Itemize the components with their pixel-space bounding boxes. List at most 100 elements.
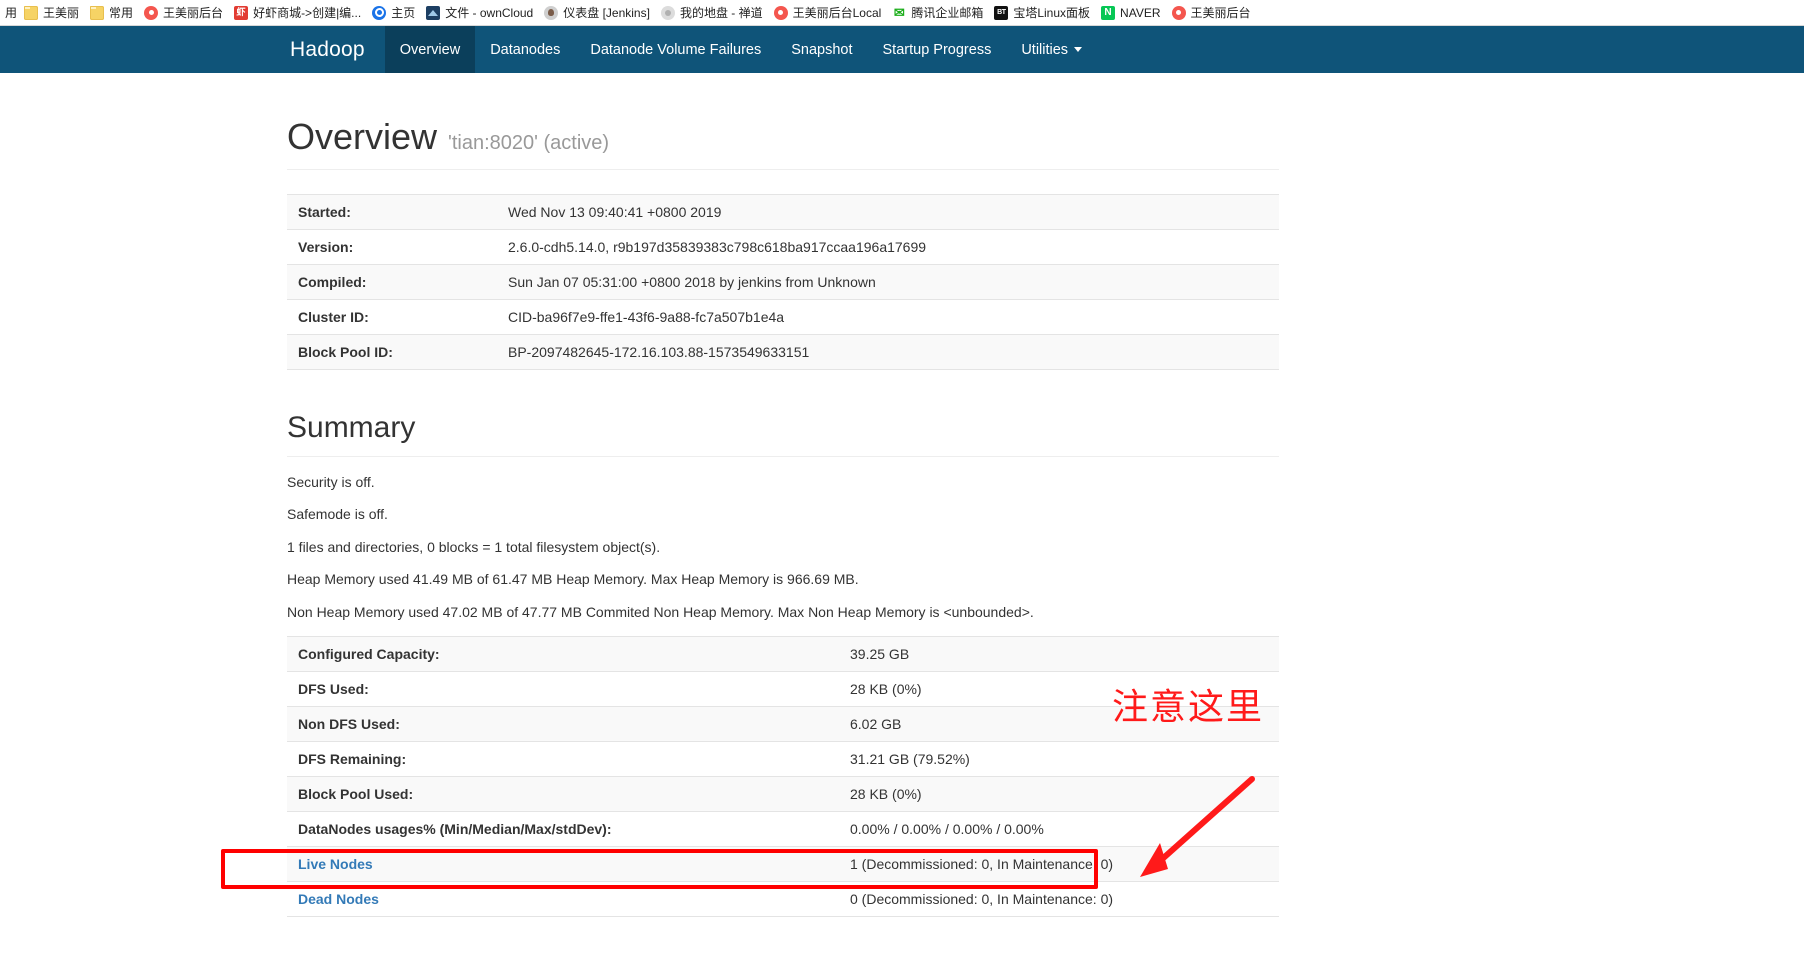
summary-line: Non Heap Memory used 47.02 MB of 47.77 M… xyxy=(287,603,1034,620)
red-square-favicon: 虾 xyxy=(234,5,249,20)
info-row-value: 2.6.0-cdh5.14.0, r9b197d35839383c798c618… xyxy=(508,238,927,255)
capacity-row-link[interactable]: Dead Nodes xyxy=(298,891,379,907)
capacity-row-value: 39.25 GB xyxy=(850,646,910,663)
bookmark-item[interactable]: BT 宝塔Linux面板 xyxy=(990,2,1096,24)
nav-item-label: Datanodes xyxy=(490,41,561,58)
capacity-row-link[interactable]: Live Nodes xyxy=(298,856,373,872)
capacity-row-value: 1 (Decommissioned: 0, In Maintenance: 0) xyxy=(850,856,1114,873)
hadoop-brand[interactable]: Hadoop xyxy=(270,26,385,73)
nav-item-label: Datanode Volume Failures xyxy=(590,41,762,58)
annotation-text: 注意这里 xyxy=(1112,687,1265,728)
bookmark-label: 王美丽后台 xyxy=(1190,5,1251,20)
capacity-row-value: 0.00% / 0.00% / 0.00% / 0.00% xyxy=(850,821,1044,838)
capacity-row-key: DFS Used: xyxy=(298,681,369,698)
table-row: DataNodes usages% (Min/Median/Max/stdDev… xyxy=(287,812,1279,847)
bookmark-item[interactable]: 文件 - ownCloud xyxy=(422,2,539,24)
info-row-key: Compiled: xyxy=(298,273,367,290)
info-row-key: Cluster ID: xyxy=(298,308,369,325)
naver-icon: N xyxy=(1101,5,1116,20)
info-row-value: Wed Nov 13 09:40:41 +0800 2019 xyxy=(508,203,722,220)
bookmark-item[interactable]: N NAVER xyxy=(1097,2,1166,24)
capacity-row-key: Non DFS Used: xyxy=(298,716,400,733)
bt-panel-icon: BT xyxy=(994,5,1009,20)
owncloud-icon xyxy=(426,5,441,20)
bookmark-item[interactable]: 仪表盘 [Jenkins] xyxy=(540,2,656,24)
bookmark-label: 宝塔Linux面板 xyxy=(1013,5,1091,20)
nav-item-datanodes[interactable]: Datanodes xyxy=(475,26,575,73)
bookmark-item[interactable]: 王美丽 xyxy=(20,2,85,24)
tencent-mail-icon: ✉ xyxy=(892,5,907,20)
zentao-icon xyxy=(660,5,675,20)
bookmark-item[interactable]: 常用 xyxy=(86,2,139,24)
info-row-value: Sun Jan 07 05:31:00 +0800 2018 by jenkin… xyxy=(508,273,876,290)
summary-heading: Summary xyxy=(287,410,1279,457)
nav-item-snapshot[interactable]: Snapshot xyxy=(776,26,867,73)
bookmark-label: NAVER xyxy=(1120,5,1161,20)
bookmark-item[interactable]: 我的地盘 - 禅道 xyxy=(657,2,769,24)
nav-item-overview[interactable]: Overview xyxy=(384,26,476,73)
table-row: Configured Capacity: 39.25 GB xyxy=(287,636,1279,672)
capacity-row-value: 28 KB (0%) xyxy=(850,786,922,803)
info-row-key: Version: xyxy=(298,238,354,255)
table-row: Block Pool ID: BP-2097482645-172.16.103.8… xyxy=(287,334,1279,370)
capacity-row-key: DataNodes usages% (Min/Median/Max/stdDev… xyxy=(298,821,612,838)
bookmark-item[interactable]: ✉ 腾讯企业邮箱 xyxy=(888,2,989,24)
bookmark-label: 主页 xyxy=(391,5,416,20)
info-row-value: BP-2097482645-172.16.103.88-157354963315… xyxy=(508,343,810,360)
bookmark-label: 王美丽后台Local xyxy=(792,5,882,20)
page-subtitle: 'tian:8020' (active) xyxy=(448,132,610,154)
red-circle-favicon xyxy=(1171,5,1186,20)
nav-item-label: Startup Progress xyxy=(882,41,992,58)
page-content: Overview 'tian:8020' (active) Started: We… xyxy=(0,73,1804,917)
bookmark-item[interactable]: 王美丽后台 xyxy=(140,2,229,24)
bookmark-label: 文件 - ownCloud xyxy=(445,5,534,20)
capacity-row-key: DFS Remaining: xyxy=(298,751,407,768)
table-row: Started: Wed Nov 13 09:40:41 +0800 2019 xyxy=(287,194,1279,230)
bookmark-label: 王美丽后台 xyxy=(163,5,224,20)
summary-line: Safemode is off. xyxy=(287,506,388,523)
nav-item-utilities[interactable]: Utilities xyxy=(1006,26,1097,73)
browser-bookmark-bar: 用 王美丽 常用 王美丽后台虾好虾商城->创建|编... 主页 文件 - ownClou… xyxy=(0,0,1804,26)
table-row: Compiled: Sun Jan 07 05:31:00 +0800 2018 … xyxy=(287,264,1279,300)
gear-icon xyxy=(372,5,387,20)
capacity-row-key: Dead Nodes xyxy=(287,882,839,917)
nav-item-label: Utilities xyxy=(1021,41,1069,58)
chevron-down-icon xyxy=(1074,47,1083,52)
cluster-info-table: Started: Wed Nov 13 09:40:41 +0800 2019 Ve… xyxy=(287,194,1279,370)
nav-item-datanode-volume-failures[interactable]: Datanode Volume Failures xyxy=(575,26,776,73)
nav-item-label: Overview xyxy=(399,41,461,58)
red-circle-favicon xyxy=(773,5,788,20)
table-row: Version: 2.6.0-cdh5.14.0, r9b197d35839383… xyxy=(287,229,1279,265)
bookmark-item[interactable]: 王美丽后台Local xyxy=(770,2,888,24)
summary-line: Heap Memory used 41.49 MB of 61.47 MB He… xyxy=(287,571,859,588)
page-title: Overview xyxy=(287,116,438,157)
nav-item-startup-progress[interactable]: Startup Progress xyxy=(868,26,1007,73)
summary-text-block: Security is off. Safemode is off. 1 files … xyxy=(287,474,1279,622)
table-row: DFS Remaining: 31.21 GB (79.52%) xyxy=(287,742,1279,777)
bookmark-label: 王美丽 xyxy=(43,5,80,20)
info-row-key: Block Pool ID: xyxy=(298,343,393,360)
capacity-row-value: 31.21 GB (79.52%) xyxy=(850,751,970,768)
folder-icon xyxy=(90,5,105,20)
capacity-row-key: Configured Capacity: xyxy=(298,646,440,663)
summary-line: 1 files and directories, 0 blocks = 1 to… xyxy=(287,538,661,555)
info-row-key: Started: xyxy=(298,203,351,220)
bookmark-label: 好虾商城->创建|编... xyxy=(253,5,362,20)
bookmark-item[interactable]: 虾好虾商城->创建|编... xyxy=(230,2,367,24)
bookmark-overflow-label[interactable]: 用 xyxy=(2,2,19,24)
bookmark-item[interactable]: 王美丽后台 xyxy=(1168,2,1257,24)
table-row: Live Nodes 1 (Decommissioned: 0, In Maint… xyxy=(287,846,1279,882)
folder-icon xyxy=(24,5,39,20)
info-row-value: CID-ba96f7e9-ffe1-43f6-9a88-fc7a507b1e4a xyxy=(508,308,785,325)
nav-item-label: Snapshot xyxy=(791,41,853,58)
table-row: Cluster ID: CID-ba96f7e9-ffe1-43f6-9a88-f… xyxy=(287,299,1279,335)
table-row: Block Pool Used: 28 KB (0%) xyxy=(287,776,1279,812)
capacity-row-key: Block Pool Used: xyxy=(298,786,414,803)
page-title-row: Overview 'tian:8020' (active) xyxy=(287,73,1279,170)
capacity-row-value: 0 (Decommissioned: 0, In Maintenance: 0) xyxy=(850,891,1114,908)
capacity-row-key: Live Nodes xyxy=(287,847,839,882)
jenkins-icon xyxy=(544,5,559,20)
bookmark-item[interactable]: 主页 xyxy=(368,2,421,24)
red-circle-favicon xyxy=(144,5,159,20)
bookmark-label: 仪表盘 [Jenkins] xyxy=(563,5,650,20)
